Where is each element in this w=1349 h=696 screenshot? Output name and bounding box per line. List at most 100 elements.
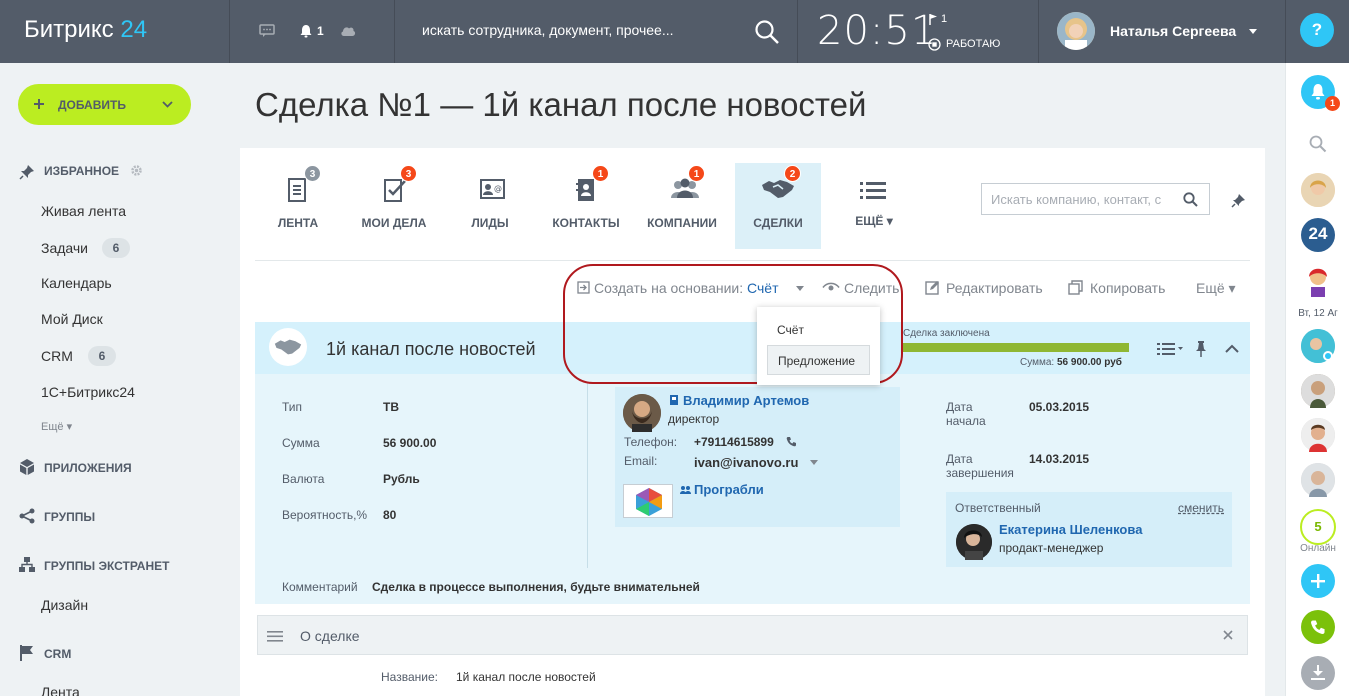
edit-button[interactable]: Редактировать <box>946 280 1043 296</box>
avatar[interactable] <box>1301 463 1335 497</box>
phone-icon[interactable] <box>786 436 797 447</box>
groups-section[interactable]: ГРУППЫ <box>44 510 95 524</box>
close-icon[interactable] <box>1223 630 1233 640</box>
sidebar-item-disk[interactable]: Мой Диск <box>41 311 103 327</box>
pin-icon[interactable] <box>1231 193 1246 208</box>
chat-icon[interactable] <box>259 24 275 38</box>
contact-book-icon <box>576 179 594 201</box>
sidebar-item-1c[interactable]: 1С+Битрикс24 <box>41 384 135 400</box>
download-button[interactable] <box>1301 656 1335 690</box>
divider <box>1038 0 1039 63</box>
cloud-icon[interactable] <box>340 24 356 37</box>
avatar[interactable] <box>1301 263 1335 297</box>
avatar[interactable] <box>1301 374 1335 408</box>
phone-value[interactable]: +79114615899 <box>694 435 774 449</box>
copy-button[interactable]: Копировать <box>1090 280 1165 296</box>
pin-icon <box>19 165 34 180</box>
sidebar-more[interactable]: Ещё ▾ <box>41 420 72 433</box>
flag-icon <box>929 14 937 25</box>
change-responsible-link[interactable]: сменить <box>1178 501 1224 515</box>
user-name[interactable]: Наталья Сергеева <box>1110 23 1236 39</box>
company-name[interactable]: Програбли <box>694 482 764 497</box>
add-button[interactable]: ДОБАВИТЬ <box>18 84 191 125</box>
search-icon[interactable] <box>1309 135 1327 153</box>
divider <box>587 382 588 568</box>
contact-name[interactable]: Владимир Артемов <box>683 393 809 408</box>
menu-item-invoice[interactable]: Счёт <box>777 323 804 337</box>
avatar[interactable] <box>1301 173 1335 207</box>
end-date-label: Дата завершения <box>946 452 1014 480</box>
crm-section[interactable]: CRM <box>44 647 71 661</box>
tab-contacts[interactable]: 1 КОНТАКТЫ <box>543 163 629 249</box>
online-counter[interactable]: 5 <box>1300 509 1336 545</box>
sidebar-item-calendar[interactable]: Календарь <box>41 275 112 291</box>
logo[interactable]: Битрикс 24 <box>24 16 147 44</box>
contact-card-icon <box>670 395 678 405</box>
help-button[interactable]: ? <box>1300 13 1334 47</box>
clock[interactable]: 20:51 <box>817 8 937 54</box>
contact-post: директор <box>668 412 720 426</box>
add-chat-button[interactable] <box>1301 564 1335 598</box>
apps-section[interactable]: ПРИЛОЖЕНИЯ <box>44 461 132 475</box>
start-date-value[interactable]: 05.03.2015 <box>1029 400 1089 414</box>
end-date-value[interactable]: 14.03.2015 <box>1029 452 1089 466</box>
sidebar-item-design[interactable]: Дизайн <box>41 597 88 613</box>
tab-my-tasks[interactable]: 3 МОИ ДЕЛА <box>351 163 437 249</box>
chevron-down-icon[interactable] <box>810 460 818 465</box>
about-section-header[interactable]: О сделке <box>257 615 1248 655</box>
user-avatar[interactable] <box>1057 12 1095 50</box>
bell-icon[interactable] <box>299 24 313 38</box>
responsible-name[interactable]: Екатерина Шеленкова <box>999 522 1142 537</box>
stop-icon[interactable] <box>928 38 941 51</box>
drag-handle-icon[interactable] <box>267 631 283 642</box>
sidebar-item-crm[interactable]: CRM <box>41 348 73 364</box>
field-value[interactable]: Рубль <box>383 472 420 486</box>
tab-deals[interactable]: 2 СДЕЛКИ <box>735 163 821 249</box>
chevron-down-icon[interactable] <box>1249 29 1257 34</box>
favorites-section[interactable]: ИЗБРАННОЕ <box>44 164 119 178</box>
avatar[interactable] <box>1301 418 1335 452</box>
avatar[interactable] <box>623 394 661 432</box>
flag-count: 1 <box>941 13 948 25</box>
company-logo[interactable] <box>623 484 673 518</box>
name-value[interactable]: 1й канал после новостей <box>456 670 596 684</box>
sidebar-item-tasks[interactable]: Задачи <box>41 240 88 256</box>
tab-badge: 1 <box>688 165 705 182</box>
field-value[interactable]: ТВ <box>383 400 399 414</box>
divider <box>229 0 230 63</box>
crm-search-input[interactable]: Искать компанию, контакт, с <box>981 183 1210 215</box>
stage-progress-bar[interactable] <box>903 343 1129 352</box>
avatar[interactable] <box>1301 329 1335 363</box>
extranet-section[interactable]: ГРУППЫ ЭКСТРАНЕТ <box>44 559 169 573</box>
notifications-button[interactable]: 1 <box>1301 75 1340 111</box>
work-status[interactable]: РАБОТАЮ <box>946 38 1000 50</box>
field-value[interactable]: 80 <box>383 508 396 522</box>
tab-badge: 3 <box>304 165 321 182</box>
tab-feed[interactable]: 3 ЛЕНТА <box>255 163 341 249</box>
search-input[interactable]: искать сотрудника, документ, прочее... <box>422 22 674 38</box>
phone-button[interactable] <box>1301 610 1335 644</box>
email-value[interactable]: ivan@ivanovo.ru <box>694 455 798 470</box>
field-value[interactable]: 56 900.00 <box>383 436 436 450</box>
sidebar-item-feed[interactable]: Живая лента <box>41 203 126 219</box>
feed-icon <box>288 178 306 202</box>
avatar[interactable] <box>956 524 992 560</box>
tab-leads[interactable]: @ ЛИДЫ <box>447 163 533 249</box>
download-icon <box>1311 665 1325 680</box>
tab-more[interactable]: ЕЩЁ ▾ <box>831 163 917 249</box>
list-icon <box>860 182 886 199</box>
flag-icon <box>20 645 33 661</box>
comment-value[interactable]: Сделка в процессе выполнения, будьте вни… <box>372 580 700 594</box>
more-button[interactable]: Ещё ▾ <box>1196 280 1236 297</box>
right-sidebar: 1 24 Вт, 12 Аг 5 Онлайн <box>1285 63 1349 696</box>
search-icon[interactable] <box>1183 192 1198 207</box>
chevron-up-icon[interactable] <box>1225 344 1239 353</box>
list-view-icon[interactable] <box>1157 342 1183 356</box>
tab-companies[interactable]: 1 КОМПАНИИ <box>639 163 725 249</box>
search-icon[interactable] <box>754 19 780 45</box>
bitrix24-chat[interactable]: 24 <box>1301 218 1335 252</box>
pin-icon[interactable] <box>1195 341 1207 357</box>
menu-item-quote[interactable]: Предложение <box>767 345 870 375</box>
gear-icon[interactable] <box>130 164 143 177</box>
sidebar-item-crm-feed[interactable]: Лента <box>41 684 80 696</box>
